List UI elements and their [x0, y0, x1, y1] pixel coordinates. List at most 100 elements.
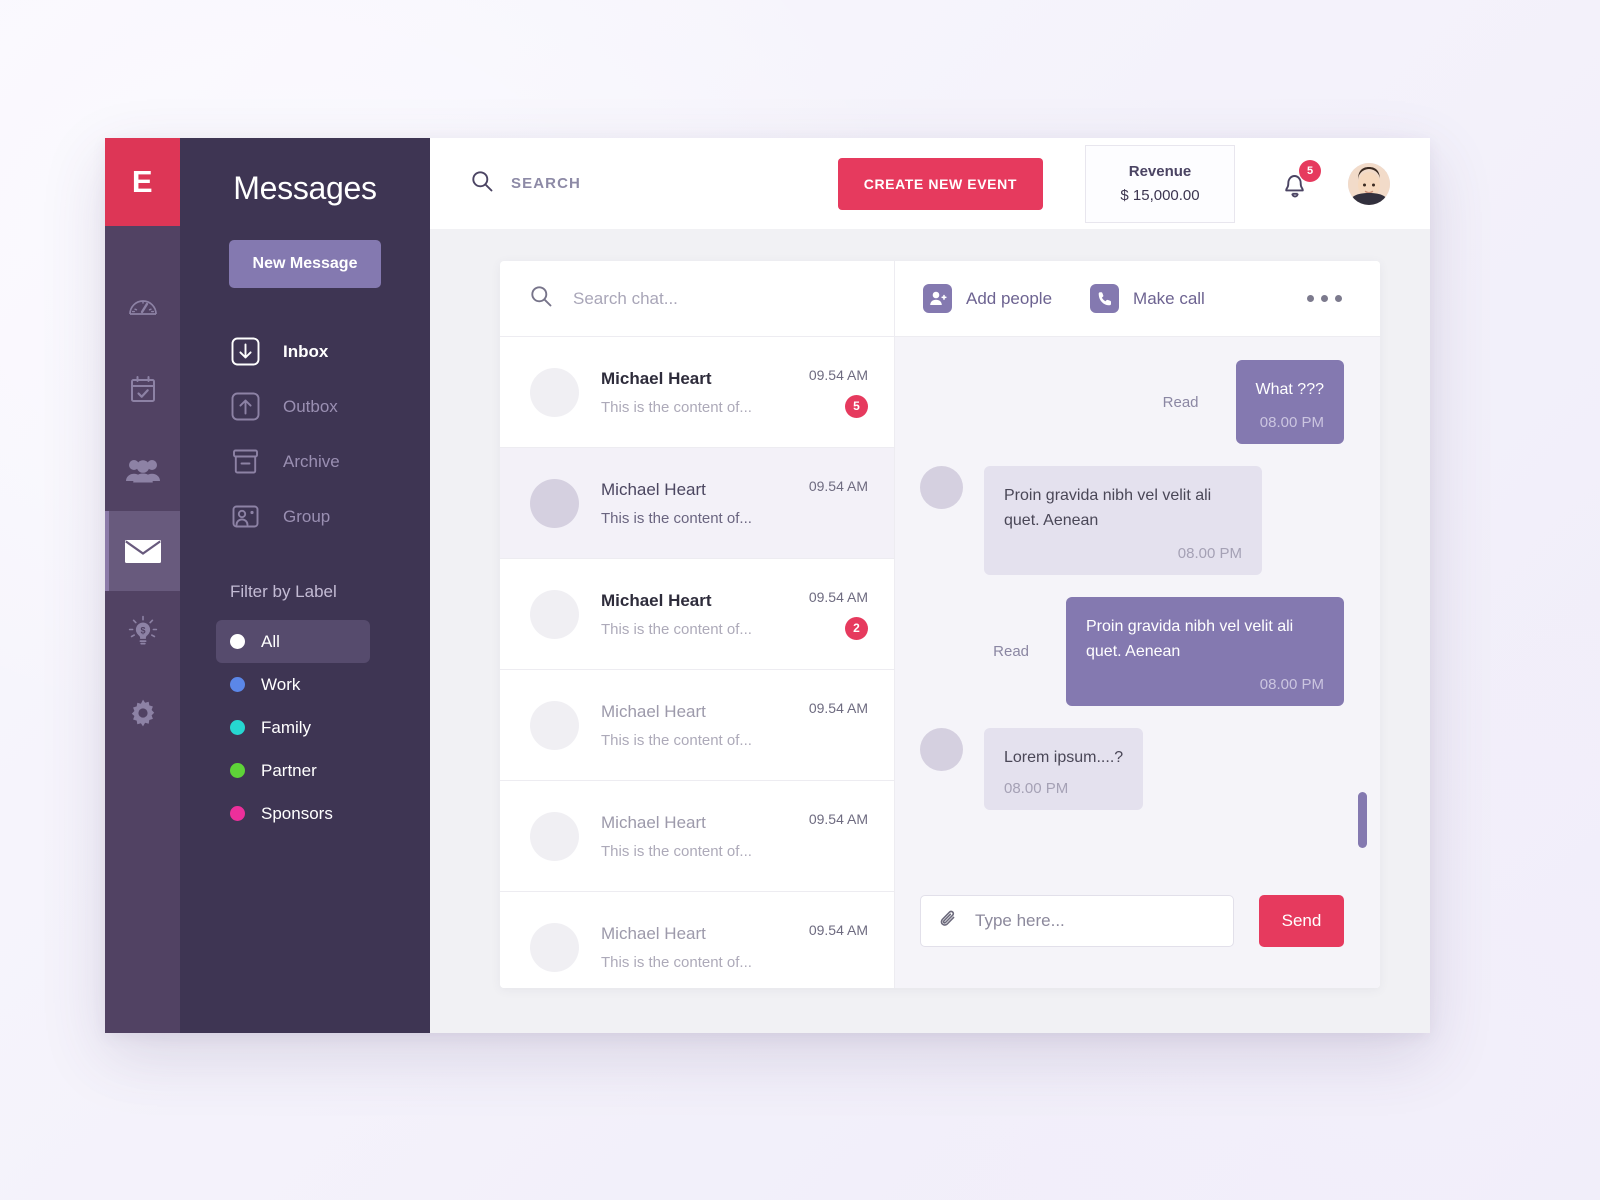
sidebar-item-label: Archive — [283, 451, 340, 471]
chat-search-input[interactable]: Search chat... — [500, 261, 894, 337]
table-row[interactable]: Michael Heart This is the content of... … — [500, 448, 894, 559]
filter-label: Sponsors — [261, 803, 333, 823]
avatar — [920, 466, 963, 509]
rail-item-messages[interactable] — [105, 511, 180, 591]
filter-item-family[interactable]: Family — [216, 706, 370, 749]
chat-preview: This is the content of... — [601, 509, 752, 527]
rail-item-dashboard[interactable] — [105, 268, 180, 348]
thread-scrollbar[interactable] — [1358, 792, 1367, 848]
send-button[interactable]: Send — [1259, 895, 1344, 947]
avatar — [530, 700, 579, 750]
rail-icon-list: $ — [105, 226, 180, 753]
archive-box-icon — [230, 446, 261, 477]
rail-item-contacts[interactable] — [105, 430, 180, 510]
sidebar-item-inbox[interactable]: Inbox — [230, 324, 430, 379]
calendar-check-icon — [128, 373, 158, 405]
message-time: 08.00 PM — [1259, 414, 1324, 431]
avatar — [530, 589, 579, 639]
message-bubble[interactable]: Proin gravida nibh vel velit ali quet. A… — [1066, 597, 1344, 706]
chat-preview: This is the content of... — [601, 398, 752, 416]
app-logo[interactable]: E — [105, 138, 180, 226]
table-row[interactable]: Michael Heart This is the content of... … — [500, 781, 894, 892]
chat-search-placeholder: Search chat... — [573, 288, 678, 308]
rail-item-events[interactable] — [105, 349, 180, 429]
revenue-card[interactable]: Revenue $ 15,000.00 — [1085, 144, 1235, 223]
user-avatar[interactable] — [1348, 162, 1390, 205]
rail-item-finance[interactable]: $ — [105, 592, 180, 672]
filter-color-dot — [230, 720, 245, 735]
rail-item-settings[interactable] — [105, 673, 180, 753]
chat-preview: This is the content of... — [601, 953, 752, 971]
chat-contact-name: Michael Heart — [601, 368, 712, 388]
message-time: 08.00 PM — [1259, 676, 1324, 693]
more-options-button[interactable] — [1307, 295, 1342, 302]
table-row[interactable]: Michael Heart This is the content of... … — [500, 670, 894, 781]
chat-row-text: Michael Heart This is the content of... — [601, 924, 786, 971]
message-time: 08.00 PM — [1177, 545, 1242, 562]
chat-contact-name: Michael Heart — [601, 479, 706, 499]
app-window: E $ Messages New Message Inbox Outbox Ar… — [105, 138, 1430, 1033]
table-row[interactable]: Michael Heart This is the content of... … — [500, 892, 894, 988]
search-input[interactable]: SEARCH — [471, 170, 581, 197]
chat-timestamp: 09.54 AM — [808, 810, 868, 827]
group-card-icon — [230, 501, 261, 532]
notification-badge: 5 — [1299, 159, 1321, 182]
filter-color-dot — [230, 634, 245, 649]
chat-timestamp: 09.54 AM — [808, 921, 868, 938]
filter-list: All Work Family Partner Sponsors — [180, 620, 430, 835]
message-bubble[interactable]: Proin gravida nibh vel velit ali quet. A… — [984, 466, 1262, 575]
sidebar-item-outbox[interactable]: Outbox — [230, 379, 430, 434]
sidebar-item-archive[interactable]: Archive — [230, 434, 430, 489]
chat-row-meta: 09.54 AM 2 — [786, 589, 868, 640]
table-row[interactable]: Michael Heart This is the content of... … — [500, 559, 894, 670]
revenue-value: $ 15,000.00 — [1120, 187, 1200, 204]
chat-preview: This is the content of... — [601, 842, 752, 860]
outbox-arrow-up-icon — [230, 391, 261, 422]
make-call-button[interactable]: Make call — [1090, 284, 1205, 313]
speedometer-icon — [127, 292, 159, 324]
chat-contact-name: Michael Heart — [601, 590, 712, 610]
add-people-button[interactable]: Add people — [923, 284, 1052, 313]
envelope-icon — [124, 537, 162, 565]
chat-timestamp: 09.54 AM — [808, 588, 868, 605]
message-bubble[interactable]: Lorem ipsum....? 08.00 PM — [984, 728, 1144, 810]
filter-item-sponsors[interactable]: Sponsors — [216, 792, 370, 835]
filter-color-dot — [230, 806, 245, 821]
filter-item-partner[interactable]: Partner — [216, 749, 370, 792]
dot — [1307, 295, 1314, 302]
read-status: Read — [1162, 393, 1199, 411]
create-new-event-button[interactable]: CREATE NEW EVENT — [837, 157, 1043, 210]
filter-label: Partner — [261, 760, 317, 780]
chat-row-text: Michael Heart This is the content of... — [601, 480, 786, 527]
filter-item-all[interactable]: All — [216, 620, 370, 663]
message-outgoing: Read What ??? 08.00 PM — [920, 360, 1344, 444]
message-text: What ??? — [1255, 381, 1324, 398]
message-text: Proin gravida nibh vel velit ali quet. A… — [1086, 618, 1294, 660]
chat-list: Search chat... Michael Heart This is the… — [500, 261, 895, 988]
chat-row-text: Michael Heart This is the content of... — [601, 369, 786, 416]
message-input-placeholder: Type here... — [975, 911, 1065, 930]
message-text: Proin gravida nibh vel velit ali quet. A… — [1004, 487, 1212, 529]
messages-panel: Search chat... Michael Heart This is the… — [500, 261, 1380, 988]
filter-label: All — [261, 631, 280, 651]
sidebar-item-label: Inbox — [283, 341, 329, 361]
sidebar-item-group[interactable]: Group — [230, 489, 430, 544]
search-placeholder: SEARCH — [511, 175, 581, 192]
new-message-button[interactable]: New Message — [229, 240, 381, 288]
paperclip-icon[interactable] — [939, 908, 958, 935]
unread-badge: 2 — [845, 616, 868, 640]
inbox-arrow-down-icon — [230, 336, 261, 367]
dot — [1335, 295, 1342, 302]
message-incoming: Lorem ipsum....? 08.00 PM — [920, 728, 1344, 810]
chat-contact-name: Michael Heart — [601, 701, 706, 721]
message-bubble[interactable]: What ??? 08.00 PM — [1235, 360, 1344, 444]
table-row[interactable]: Michael Heart This is the content of... … — [500, 337, 894, 448]
filter-item-work[interactable]: Work — [216, 663, 370, 706]
chat-row-text: Michael Heart This is the content of... — [601, 702, 786, 749]
avatar — [530, 922, 579, 972]
message-input[interactable]: Type here... — [920, 895, 1234, 947]
chat-row-meta: 09.54 AM 5 — [786, 367, 868, 418]
sidebar-nav: Inbox Outbox Archive Group — [180, 324, 430, 544]
notifications-button[interactable]: 5 — [1280, 159, 1321, 200]
gear-icon — [127, 697, 159, 729]
